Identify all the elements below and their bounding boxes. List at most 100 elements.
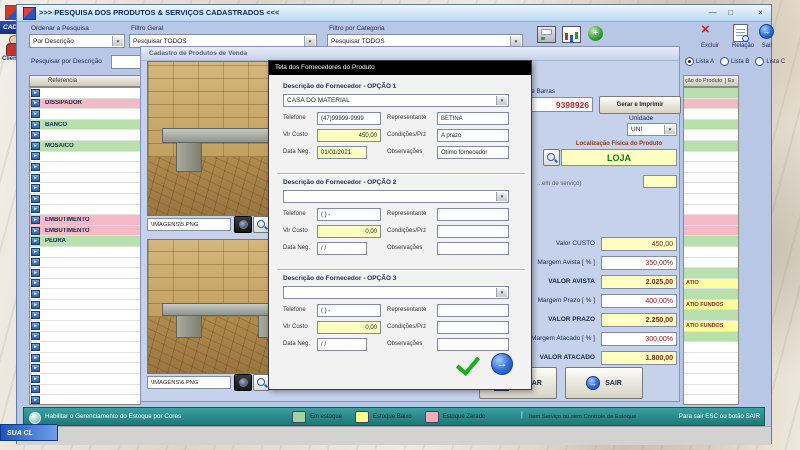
print-icon[interactable]	[537, 26, 556, 43]
chevron-down-icon[interactable]: ▼	[112, 36, 123, 46]
table-row[interactable]: ▸	[30, 321, 140, 332]
chevron-down-icon[interactable]: ▼	[304, 36, 315, 46]
table-row[interactable]: ▸	[30, 310, 140, 322]
telefone-input[interactable]: ( ) -	[317, 304, 381, 317]
table-row-fragment[interactable]	[684, 384, 738, 396]
table-row[interactable]: ▸ BANCO	[30, 119, 140, 131]
row-selector-icon[interactable]: ▸	[31, 194, 40, 203]
row-selector-icon[interactable]: ▸	[31, 364, 40, 373]
table-row[interactable]: ▸	[30, 395, 140, 404]
data-neg-input[interactable]: 01/01/2021	[317, 146, 367, 159]
radio-lista-c[interactable]: Lista C	[755, 57, 785, 66]
table-row[interactable]: ▸	[30, 342, 140, 353]
row-selector-icon[interactable]: ▸	[31, 152, 40, 161]
table-row-fragment[interactable]	[684, 395, 738, 404]
table-row-fragment[interactable]: ATIO FUNDOS	[684, 299, 738, 311]
valor-prazo-field[interactable]: 2.250,00	[601, 313, 677, 327]
valor-custo-field[interactable]: 450,00	[601, 237, 677, 251]
radio-icon[interactable]	[755, 57, 765, 66]
vlr-custo-input[interactable]: 450,00	[317, 129, 381, 142]
row-selector-icon[interactable]: ▸	[31, 396, 40, 404]
table-row[interactable]: ▸	[30, 268, 140, 279]
row-selector-icon[interactable]: ▸	[31, 290, 40, 299]
dialog-exit-icon[interactable]: →	[491, 353, 513, 375]
image1-path-input[interactable]: \IMAGENS\5.PNG	[147, 218, 231, 231]
table-row[interactable]: ▸	[30, 352, 140, 364]
row-selector-icon[interactable]: ▸	[31, 205, 40, 214]
search-location-icon[interactable]	[543, 149, 560, 166]
vlr-custo-input[interactable]: 0,00	[317, 321, 381, 334]
representante-input[interactable]	[437, 208, 509, 221]
row-selector-icon[interactable]: ▸	[31, 99, 40, 108]
row-selector-icon[interactable]: ▸	[31, 120, 40, 129]
chevron-down-icon[interactable]: ▼	[664, 125, 675, 134]
table-row-fragment[interactable]	[684, 98, 738, 110]
data-neg-input[interactable]: / /	[317, 242, 367, 255]
stock-toggle-label[interactable]: Habilitar o Gerenciamento do Estoque por…	[45, 413, 181, 420]
table-row-fragment[interactable]	[684, 88, 738, 99]
image2-path-input[interactable]: \IMAGENS\6.PNG	[147, 376, 231, 389]
table-row-fragment[interactable]	[684, 140, 738, 152]
close-button[interactable]: ×	[753, 7, 768, 19]
table-row[interactable]: ▸	[30, 289, 140, 300]
table-row-fragment[interactable]	[684, 246, 738, 258]
main-titlebar[interactable]: >>> PESQUISA DOS PRODUTOS & SERVIÇOS CAD…	[17, 5, 771, 22]
table-row[interactable]: ▸	[30, 204, 140, 216]
table-row-fragment[interactable]	[684, 109, 738, 120]
camera-icon[interactable]	[234, 216, 252, 233]
observacoes-input[interactable]	[437, 338, 509, 351]
row-selector-icon[interactable]: ▸	[31, 173, 40, 182]
data-neg-input[interactable]: / /	[317, 338, 367, 351]
row-selector-icon[interactable]: ▸	[31, 237, 40, 246]
table-row-fragment[interactable]	[684, 130, 738, 141]
representante-input[interactable]: BETINA	[437, 112, 509, 125]
table-row-fragment[interactable]	[684, 331, 738, 343]
table-row[interactable]: ▸	[30, 172, 140, 184]
table-row-fragment[interactable]	[684, 352, 738, 364]
table-header-referencia[interactable]: Referencia	[29, 75, 141, 87]
exit-icon[interactable]: →	[759, 24, 774, 39]
table-row-fragment[interactable]	[684, 342, 738, 353]
fornecedor-select[interactable]: CASA DO MATERIAL ▼	[283, 94, 509, 107]
table-row-fragment[interactable]	[684, 310, 738, 322]
row-selector-icon[interactable]: ▸	[31, 343, 40, 352]
row-selector-icon[interactable]: ▸	[31, 258, 40, 267]
fornecedor-select[interactable]: ▼	[283, 190, 509, 203]
margem-prazo-field[interactable]: 400,00%	[601, 294, 677, 308]
table-row[interactable]: ▸ DISSIPADOR	[30, 98, 140, 110]
table-row[interactable]: ▸	[30, 299, 140, 311]
table-row[interactable]: ▸ MOSAICO	[30, 140, 140, 152]
table-row-fragment[interactable]	[684, 257, 738, 269]
table-row-fragment[interactable]	[684, 236, 738, 247]
table-row[interactable]: ▸	[30, 151, 140, 163]
row-selector-icon[interactable]: ▸	[31, 279, 40, 288]
maximize-button[interactable]: □	[723, 7, 738, 19]
table-row-fragment[interactable]	[684, 204, 738, 216]
gerar-imprimir-button[interactable]: Gerar e Imprimir	[599, 96, 681, 114]
fornecedor-select[interactable]: ▼	[283, 286, 509, 299]
add-product-icon[interactable]: +	[588, 26, 603, 41]
relacao-report-icon[interactable]	[733, 24, 749, 42]
row-selector-icon[interactable]: ▸	[31, 268, 40, 277]
table-row[interactable]: ▸	[30, 374, 140, 385]
localizacao-field[interactable]: LOJA	[561, 149, 677, 166]
toggle-sphere-icon[interactable]	[29, 412, 41, 424]
exit-button[interactable]: → SAIR	[565, 367, 643, 399]
table-row[interactable]: ▸	[30, 257, 140, 269]
row-selector-icon[interactable]: ▸	[31, 215, 40, 224]
margem-avista-field[interactable]: 350,00%	[601, 256, 677, 270]
valor-avista-field[interactable]: 2.025,00	[601, 275, 677, 289]
table-row[interactable]: ▸ EMBUTIMENTO	[30, 225, 140, 237]
table-row-fragment[interactable]: ATIO	[684, 278, 738, 290]
row-selector-icon[interactable]: ▸	[31, 385, 40, 394]
table-row-fragment[interactable]	[684, 215, 738, 226]
dialog-titlebar[interactable]: Tela dos Fornecedores do Produto	[269, 61, 531, 75]
cadastro-titlebar[interactable]: Cadastro de Produtos de Venda	[141, 47, 679, 61]
servico-value-field[interactable]	[643, 175, 677, 188]
table-row-fragment[interactable]	[684, 151, 738, 163]
minimize-button[interactable]: —	[705, 7, 720, 19]
vlr-custo-input[interactable]: 0,00	[317, 225, 381, 238]
chevron-down-icon[interactable]: ▼	[496, 288, 507, 297]
row-selector-icon[interactable]: ▸	[31, 353, 40, 362]
table-row[interactable]: ▸	[30, 109, 140, 120]
